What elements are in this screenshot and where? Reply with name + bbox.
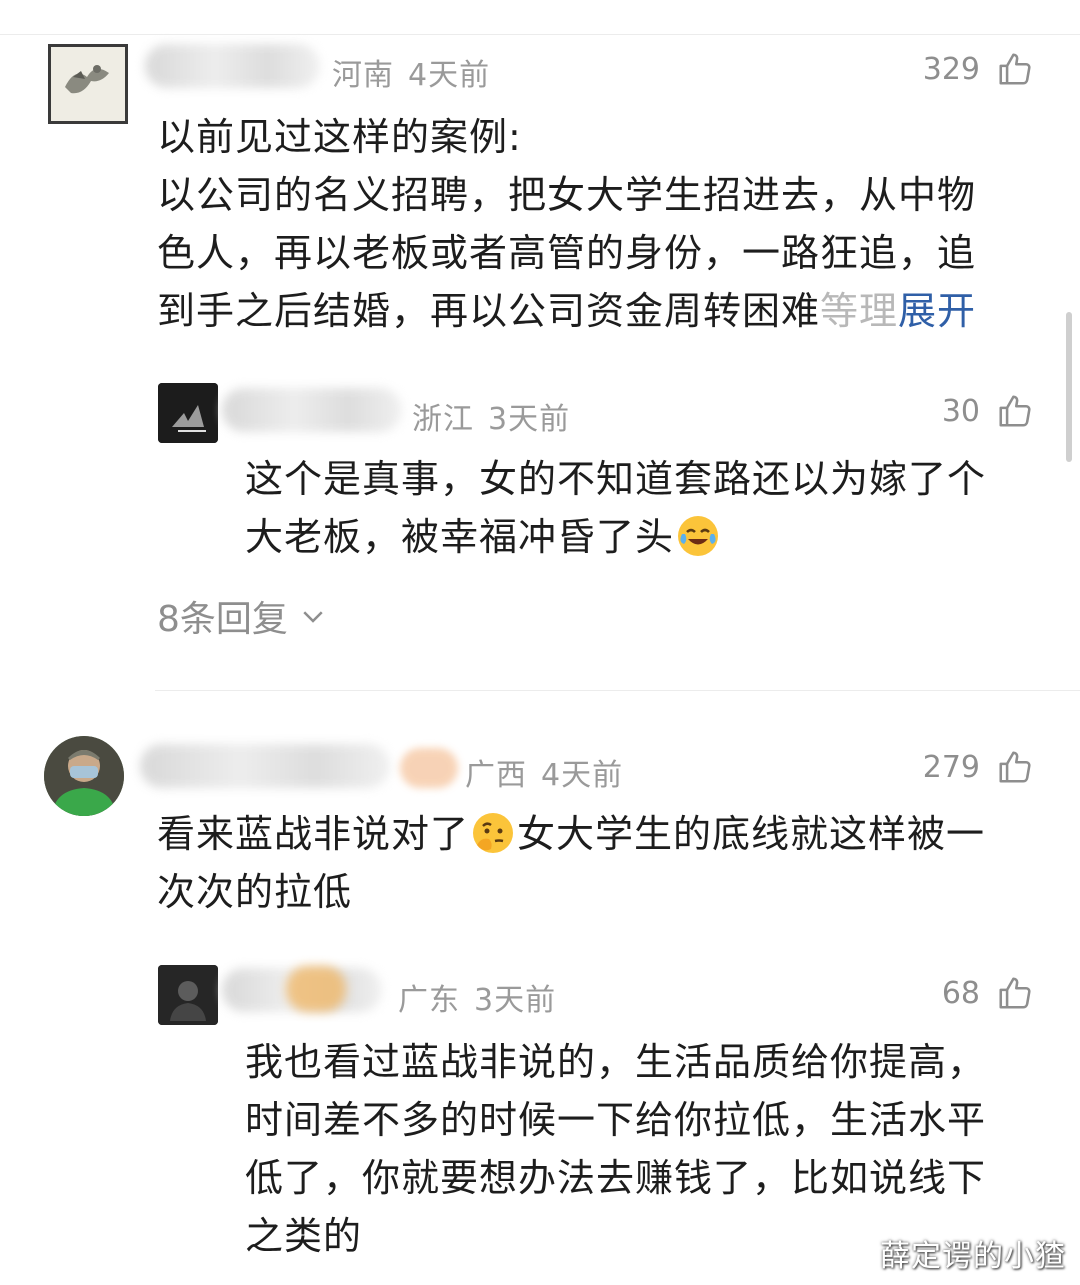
reply-body: 这个是真事，女的不知道套路还以为嫁了个 大老板，被幸福冲昏了头	[245, 450, 986, 566]
reply-time: 3天前	[488, 402, 571, 437]
user-badge	[400, 748, 458, 788]
avatar-image	[158, 965, 218, 1025]
user-badge	[286, 966, 346, 1012]
reply-like-button[interactable]: 30	[942, 392, 1034, 430]
avatar[interactable]	[44, 736, 124, 816]
like-button[interactable]: 329	[923, 50, 1034, 88]
comment-meta: 广西 4天前	[465, 750, 637, 794]
reply-line-text: 大老板，被幸福冲昏了头	[245, 515, 675, 559]
crying-laughing-emoji	[678, 516, 719, 556]
expand-link[interactable]: 展开	[898, 289, 976, 333]
view-replies-button[interactable]: 8条回复	[157, 590, 328, 642]
avatar-image	[51, 47, 125, 121]
comment-line: 看来蓝战非说对了 女大学生的底线就这样被一	[157, 805, 985, 863]
like-count: 30	[941, 393, 980, 429]
comment-line-text: 到手之后结婚，再以公司资金周转困难	[157, 289, 821, 333]
reply-time: 3天前	[474, 983, 557, 1018]
avatar[interactable]	[48, 44, 128, 124]
username-blurred[interactable]	[140, 744, 390, 788]
reply-avatar[interactable]	[158, 383, 218, 443]
comment-divider	[155, 690, 1080, 691]
comment-location: 河南	[332, 58, 394, 93]
scrollbar[interactable]	[1066, 312, 1072, 462]
comment-line-last: 到手之后结婚，再以公司资金周转困难等理展开	[157, 282, 976, 340]
thumbs-up-icon	[999, 751, 1031, 783]
comment-time: 4天前	[408, 58, 491, 93]
reply-avatar[interactable]	[158, 965, 218, 1025]
reply-meta: 浙江 3天前	[412, 394, 584, 438]
avatar-image	[44, 736, 124, 816]
reply-username-blurred[interactable]	[222, 388, 402, 432]
like-button[interactable]: 279	[923, 748, 1034, 786]
comment-location: 广西	[465, 758, 527, 793]
reply-location: 浙江	[412, 402, 474, 437]
reply-line: 低了，你就要想办法去赚钱了，比如说线下	[245, 1156, 987, 1200]
thumbs-up-icon	[999, 977, 1031, 1009]
comment-time: 4天前	[541, 758, 624, 793]
reply-location: 广东	[398, 983, 460, 1018]
comment-line: 色人，再以老板或者高管的身份，一路狂追，追	[157, 231, 977, 275]
reply-line: 大老板，被幸福冲昏了头	[245, 508, 986, 566]
comment-line: 以公司的名义招聘，把女大学生招进去，从中物	[157, 173, 977, 217]
replies-label: 8条回复	[157, 599, 288, 640]
like-count: 279	[922, 749, 980, 785]
reply-line: 之类的	[245, 1214, 363, 1258]
thumbs-up-icon	[999, 395, 1031, 427]
comment-line: 次次的拉低	[157, 870, 353, 914]
comment-line: 以前见过这样的案例:	[157, 115, 522, 159]
comment-line-faded: 等理	[820, 289, 899, 333]
comment-line-text: 看来蓝战非说对了	[157, 812, 470, 856]
thinking-face-emoji	[473, 813, 514, 853]
thumbs-up-icon	[999, 53, 1031, 85]
comment-line-text: 女大学生的底线就这样被一	[517, 812, 986, 856]
reply-line: 我也看过蓝战非说的，生活品质给你提高，	[245, 1040, 987, 1084]
reply-body: 我也看过蓝战非说的，生活品质给你提高， 时间差不多的时候一下给你拉低，生活水平 …	[245, 1033, 986, 1265]
chevron-down-icon	[303, 611, 323, 623]
like-count: 68	[941, 975, 980, 1011]
username-blurred[interactable]	[145, 44, 320, 88]
reply-line: 时间差不多的时候一下给你拉低，生活水平	[245, 1098, 987, 1142]
reply-like-button[interactable]: 68	[942, 974, 1034, 1012]
comment-body: 看来蓝战非说对了 女大学生的底线就这样被一 次次的拉低	[157, 805, 985, 921]
top-divider	[0, 34, 1080, 35]
reply-meta: 广东 3天前	[398, 975, 570, 1019]
comment-meta: 河南 4天前	[332, 50, 504, 94]
reply-line: 这个是真事，女的不知道套路还以为嫁了个	[245, 457, 987, 501]
avatar-image	[158, 383, 218, 443]
watermark: 薛定谔的小猹	[880, 1239, 1066, 1274]
comment-body: 以前见过这样的案例: 以公司的名义招聘，把女大学生招进去，从中物 色人，再以老板…	[157, 108, 976, 340]
like-count: 329	[922, 51, 980, 87]
